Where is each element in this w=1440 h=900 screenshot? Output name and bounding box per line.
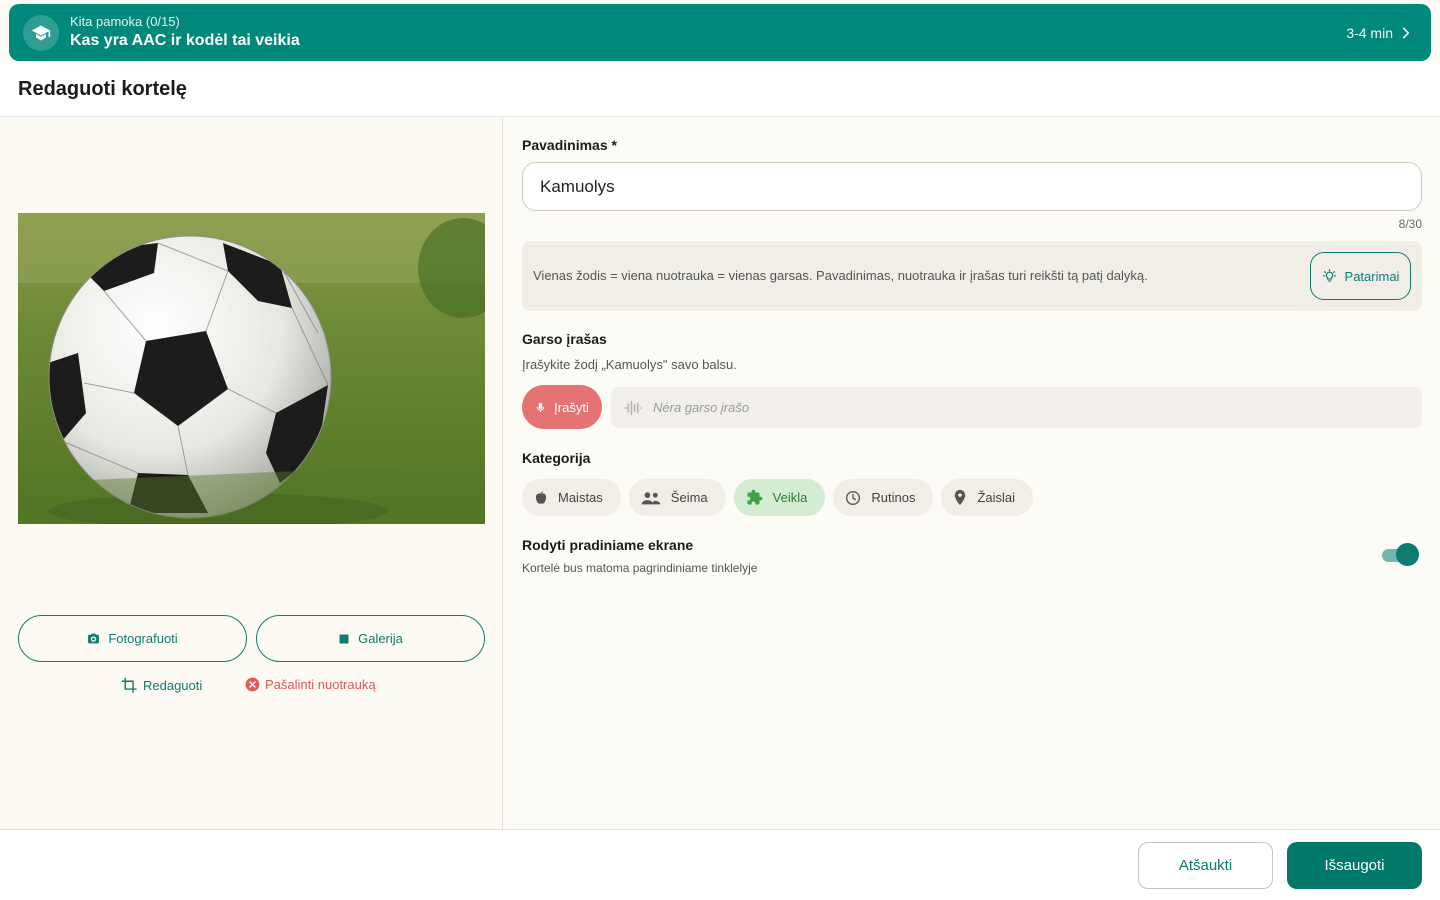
remove-photo-label: Pašalinti nuotrauką	[265, 677, 376, 692]
crop-icon	[121, 677, 137, 693]
take-photo-label: Fotografuoti	[108, 631, 178, 646]
edit-photo-link[interactable]: Redaguoti	[121, 677, 202, 694]
save-button[interactable]: Išsaugoti	[1287, 842, 1422, 889]
edit-photo-label: Redaguoti	[143, 678, 203, 693]
category-chip-label: Maistas	[558, 490, 603, 505]
remove-photo-link[interactable]: Pašalinti nuotrauką	[245, 677, 376, 692]
audio-hint: Įrašykite žodį „Kamuolys" savo balsu.	[522, 357, 737, 372]
page-title: Redaguoti kortelę	[18, 78, 187, 100]
category-chip-maistas[interactable]: Maistas	[522, 479, 621, 516]
image-icon	[339, 634, 349, 643]
tips-button[interactable]: Patarimai	[1310, 252, 1411, 300]
microphone-icon	[536, 402, 545, 412]
name-input[interactable]	[522, 162, 1422, 211]
category-chip-label: Rutinos	[871, 490, 916, 505]
audio-empty-text: Nėra garso įrašo	[653, 400, 750, 415]
category-chip-veikla[interactable]: Veikla	[733, 479, 826, 516]
audio-status: Nėra garso įrašo	[611, 387, 1422, 428]
category-chips: Maistas Šeima Veikla Rutinos Žaislai	[522, 479, 1041, 516]
chevron-right-icon	[1399, 26, 1413, 40]
show-on-home-label: Rodyti pradiniame ekrane	[522, 537, 694, 553]
show-on-home-hint: Kortelė bus matoma pagrindiniame tinklel…	[522, 561, 758, 575]
gallery-label: Galerija	[358, 631, 403, 646]
cancel-button[interactable]: Atšaukti	[1138, 842, 1273, 889]
next-lesson-banner[interactable]: Kita pamoka (0/15) Kas yra AAC ir kodėl …	[9, 4, 1431, 61]
category-chip-label: Veikla	[772, 490, 808, 505]
graduation-cap-icon	[23, 14, 59, 51]
location-pin-icon	[955, 489, 966, 506]
category-chip-rutinos[interactable]: Rutinos	[833, 479, 934, 516]
take-photo-button[interactable]: Fotografuoti	[18, 615, 247, 662]
remove-circle-icon	[245, 677, 260, 692]
footer-actions: Atšaukti Išsaugoti	[0, 829, 1440, 900]
audio-label: Garso įrašas	[522, 331, 607, 347]
name-label: Pavadinimas *	[522, 137, 617, 153]
clock-icon	[846, 490, 861, 505]
banner-title: Kas yra AAC ir kodėl tai veikia	[70, 31, 300, 49]
banner-duration: 3-4 min	[1346, 24, 1393, 41]
record-label: Įrašyti	[554, 399, 589, 415]
name-char-counter: 8/30	[1398, 217, 1422, 231]
tips-label: Patarimai	[1344, 268, 1400, 284]
people-icon	[641, 491, 661, 504]
banner-subtitle: Kita pamoka (0/15)	[70, 13, 180, 29]
category-chip-label: Šeima	[670, 490, 708, 505]
toggle-knob	[1396, 543, 1419, 566]
card-photo	[18, 213, 485, 524]
hint-box: Vienas žodis = viena nuotrauka = vienas …	[522, 241, 1422, 311]
apple-icon	[535, 491, 547, 504]
page-header: Redaguoti kortelę	[0, 64, 1440, 117]
photo-panel: Fotografuoti Galerija Redaguoti Pašalint…	[0, 117, 503, 829]
record-button[interactable]: Įrašyti	[522, 385, 602, 429]
category-chip-seima[interactable]: Šeima	[628, 479, 726, 516]
hint-text: Vienas žodis = viena nuotrauka = vienas …	[533, 268, 1148, 283]
puzzle-icon	[747, 489, 762, 505]
category-label: Kategorija	[522, 450, 591, 466]
category-chip-zaislai[interactable]: Žaislai	[941, 479, 1034, 516]
camera-icon	[88, 633, 100, 644]
category-chip-label: Žaislai	[977, 490, 1016, 505]
show-on-home-toggle[interactable]	[1382, 543, 1419, 567]
gallery-button[interactable]: Galerija	[256, 615, 485, 662]
lightbulb-icon	[1322, 268, 1336, 281]
waveform-icon	[624, 400, 642, 415]
card-form: Pavadinimas * 8/30 Vienas žodis = viena …	[504, 117, 1440, 829]
